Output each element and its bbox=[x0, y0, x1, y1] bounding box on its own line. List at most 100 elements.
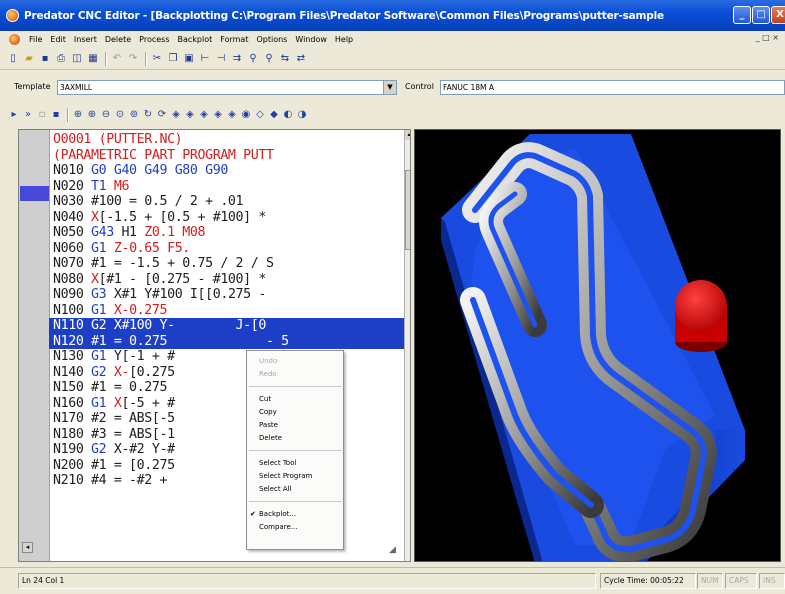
code-line[interactable]: N130 G1 Y[-1 + # bbox=[53, 349, 403, 365]
zoom-in-icon[interactable]: ⊕ bbox=[86, 108, 98, 122]
control-dropdown[interactable]: FANUC 18M A bbox=[440, 80, 785, 95]
code-line[interactable]: N040 X[-1.5 + [0.5 + #100] * bbox=[53, 210, 403, 226]
context-menu-item-delete[interactable]: Delete bbox=[247, 432, 345, 444]
menu-delete[interactable]: Delete bbox=[101, 35, 135, 44]
document-menu-icon[interactable] bbox=[9, 34, 20, 45]
code-line[interactable]: N090 G3 X#1 Y#100 I[[0.275 - bbox=[53, 287, 403, 303]
print-icon[interactable]: ⎙ bbox=[54, 52, 68, 66]
resize-grip-icon[interactable]: ◢ bbox=[389, 545, 403, 559]
menu-options[interactable]: Options bbox=[252, 35, 291, 44]
shade-icon[interactable]: ◆ bbox=[268, 108, 280, 122]
context-menu-item-backplot[interactable]: ✔ Backplot... bbox=[247, 508, 345, 520]
view-back-icon[interactable]: ◈ bbox=[226, 108, 238, 122]
vertical-scrollbar[interactable]: ▴ bbox=[404, 130, 410, 561]
code-line[interactable]: N060 G1 Z-0.65 F5. bbox=[53, 241, 403, 257]
calculator-icon[interactable]: ▦ bbox=[86, 52, 100, 66]
code-line[interactable]: N120 #1 = 0.275 - 5 bbox=[49, 333, 409, 349]
copy-icon[interactable]: ❐ bbox=[166, 52, 180, 66]
app-logo-icon[interactable] bbox=[6, 9, 19, 22]
code-line[interactable]: N110 G2 X#100 Y- J-[0 bbox=[49, 318, 409, 334]
scroll-thumb[interactable] bbox=[405, 170, 410, 250]
zoom-fit-icon[interactable]: ⊚ bbox=[128, 108, 140, 122]
menu-insert[interactable]: Insert bbox=[70, 35, 101, 44]
code-line[interactable]: N160 G1 X[-5 + # ] + bbox=[53, 396, 403, 412]
insert-icon[interactable]: ⊢ bbox=[198, 52, 212, 66]
replace-icon[interactable]: ⇆ bbox=[278, 52, 292, 66]
menu-file[interactable]: File bbox=[25, 35, 46, 44]
code-line[interactable]: N100 G1 X-0.275 bbox=[53, 303, 403, 319]
context-menu-item-compare[interactable]: Compare... bbox=[247, 521, 345, 533]
save-icon[interactable]: ▪ bbox=[38, 52, 52, 66]
menu-help[interactable]: Help bbox=[331, 35, 357, 44]
step-icon[interactable]: ▪ bbox=[50, 108, 62, 122]
context-menu-item-cut[interactable]: Cut bbox=[247, 393, 345, 405]
view-right-icon[interactable]: ◈ bbox=[198, 108, 210, 122]
close-button[interactable]: X bbox=[771, 6, 785, 24]
code-line[interactable]: N050 G43 H1 Z0.1 M08 bbox=[53, 225, 403, 241]
context-menu-item-paste[interactable]: Paste bbox=[247, 419, 345, 431]
context-menu-label: Copy bbox=[259, 408, 277, 416]
fast-forward-icon[interactable]: » bbox=[22, 108, 34, 122]
pan-icon[interactable]: ↻ bbox=[142, 108, 154, 122]
editor-gutter[interactable] bbox=[19, 130, 50, 561]
code-line[interactable]: N140 G2 X-[0.275 + # bbox=[53, 365, 403, 381]
code-line[interactable]: O0001 (PUTTER.NC) bbox=[53, 132, 403, 148]
code-line[interactable]: N190 G2 X-#2 Y-# 75 + bbox=[53, 442, 403, 458]
menu-format[interactable]: Format bbox=[216, 35, 252, 44]
maximize-button[interactable]: □ bbox=[752, 6, 770, 24]
minimize-button[interactable]: _ bbox=[733, 6, 751, 24]
code-line[interactable]: N200 #1 = [0.275 * TA bbox=[53, 458, 403, 474]
find-icon[interactable]: ⚲ bbox=[246, 52, 260, 66]
code-line[interactable]: N180 #3 = ABS[-1 N[5] bbox=[53, 427, 403, 443]
preview-icon[interactable]: ◫ bbox=[70, 52, 84, 66]
menu-process[interactable]: Process bbox=[135, 35, 173, 44]
wire-icon[interactable]: ◇ bbox=[254, 108, 266, 122]
compare-icon[interactable]: ⇄ bbox=[294, 52, 308, 66]
code-line[interactable]: N210 #4 = -#2 + 01 * bbox=[53, 473, 403, 489]
zoom-icon[interactable]: ⊕ bbox=[72, 108, 84, 122]
undo-icon[interactable]: ↶ bbox=[110, 52, 124, 66]
code-editor[interactable]: O0001 (PUTTER.NC) (PARAMETRIC PART PROGRA… bbox=[18, 129, 411, 562]
context-menu-item-select-program[interactable]: Select Program bbox=[247, 470, 345, 482]
context-menu-item-select-all[interactable]: Select All bbox=[247, 483, 345, 495]
play-icon[interactable]: ▸ bbox=[8, 108, 20, 122]
zoom-window-icon[interactable]: ⊙ bbox=[114, 108, 126, 122]
paste-icon[interactable]: ▣ bbox=[182, 52, 196, 66]
view-iso-icon[interactable]: ◈ bbox=[212, 108, 224, 122]
view-front-icon[interactable]: ◈ bbox=[184, 108, 196, 122]
code-line[interactable]: N150 #1 = 0.275 0 - bbox=[53, 380, 403, 396]
backplot-viewport[interactable] bbox=[414, 129, 781, 562]
context-menu-item-select-tool[interactable]: Select Tool bbox=[247, 457, 345, 469]
rotate-icon[interactable]: ⟳ bbox=[156, 108, 168, 122]
mdi-controls[interactable]: _ □ × bbox=[756, 33, 779, 42]
open-icon[interactable]: ▰ bbox=[22, 52, 36, 66]
code-line[interactable]: N030 #100 = 0.5 / 2 + .01 bbox=[53, 194, 403, 210]
path-icon[interactable]: ◑ bbox=[296, 108, 308, 122]
code-line[interactable]: N170 #2 = ABS[-5 OS[7 bbox=[53, 411, 403, 427]
delete-icon[interactable]: ⊣ bbox=[214, 52, 228, 66]
tool-icon[interactable]: ◐ bbox=[282, 108, 294, 122]
context-menu-item-copy[interactable]: Copy bbox=[247, 406, 345, 418]
solid-icon[interactable]: ◉ bbox=[240, 108, 252, 122]
code-line[interactable]: N020 T1 M6 bbox=[53, 179, 403, 195]
chevron-down-icon[interactable]: ▼ bbox=[383, 81, 396, 94]
new-icon[interactable]: ▯ bbox=[6, 52, 20, 66]
menu-edit[interactable]: Edit bbox=[46, 35, 70, 44]
scroll-left-icon[interactable]: ◂ bbox=[22, 542, 33, 553]
menu-backplot[interactable]: Backplot bbox=[174, 35, 217, 44]
code-line[interactable]: N080 X[#1 - [0.275 - #100] * bbox=[53, 272, 403, 288]
code-line[interactable]: N010 G0 G40 G49 G80 G90 bbox=[53, 163, 403, 179]
code-lines[interactable]: O0001 (PUTTER.NC) (PARAMETRIC PART PROGRA… bbox=[49, 132, 409, 489]
cut-icon[interactable]: ✂ bbox=[150, 52, 164, 66]
view-top-icon[interactable]: ◈ bbox=[170, 108, 182, 122]
menu-window[interactable]: Window bbox=[291, 35, 331, 44]
zoom-out-icon[interactable]: ⊖ bbox=[100, 108, 112, 122]
stop-icon[interactable]: ▫ bbox=[36, 108, 48, 122]
scroll-up-icon[interactable]: ▴ bbox=[405, 130, 410, 140]
renumber-icon[interactable]: ⇉ bbox=[230, 52, 244, 66]
code-line[interactable]: (PARAMETRIC PART PROGRAM PUTT bbox=[53, 148, 403, 164]
template-dropdown[interactable]: 3AXMILL ▼ bbox=[57, 80, 397, 95]
redo-icon[interactable]: ↷ bbox=[126, 52, 140, 66]
code-line[interactable]: N070 #1 = -1.5 + 0.75 / 2 / S bbox=[53, 256, 403, 272]
find-next-icon[interactable]: ⚲ bbox=[262, 52, 276, 66]
